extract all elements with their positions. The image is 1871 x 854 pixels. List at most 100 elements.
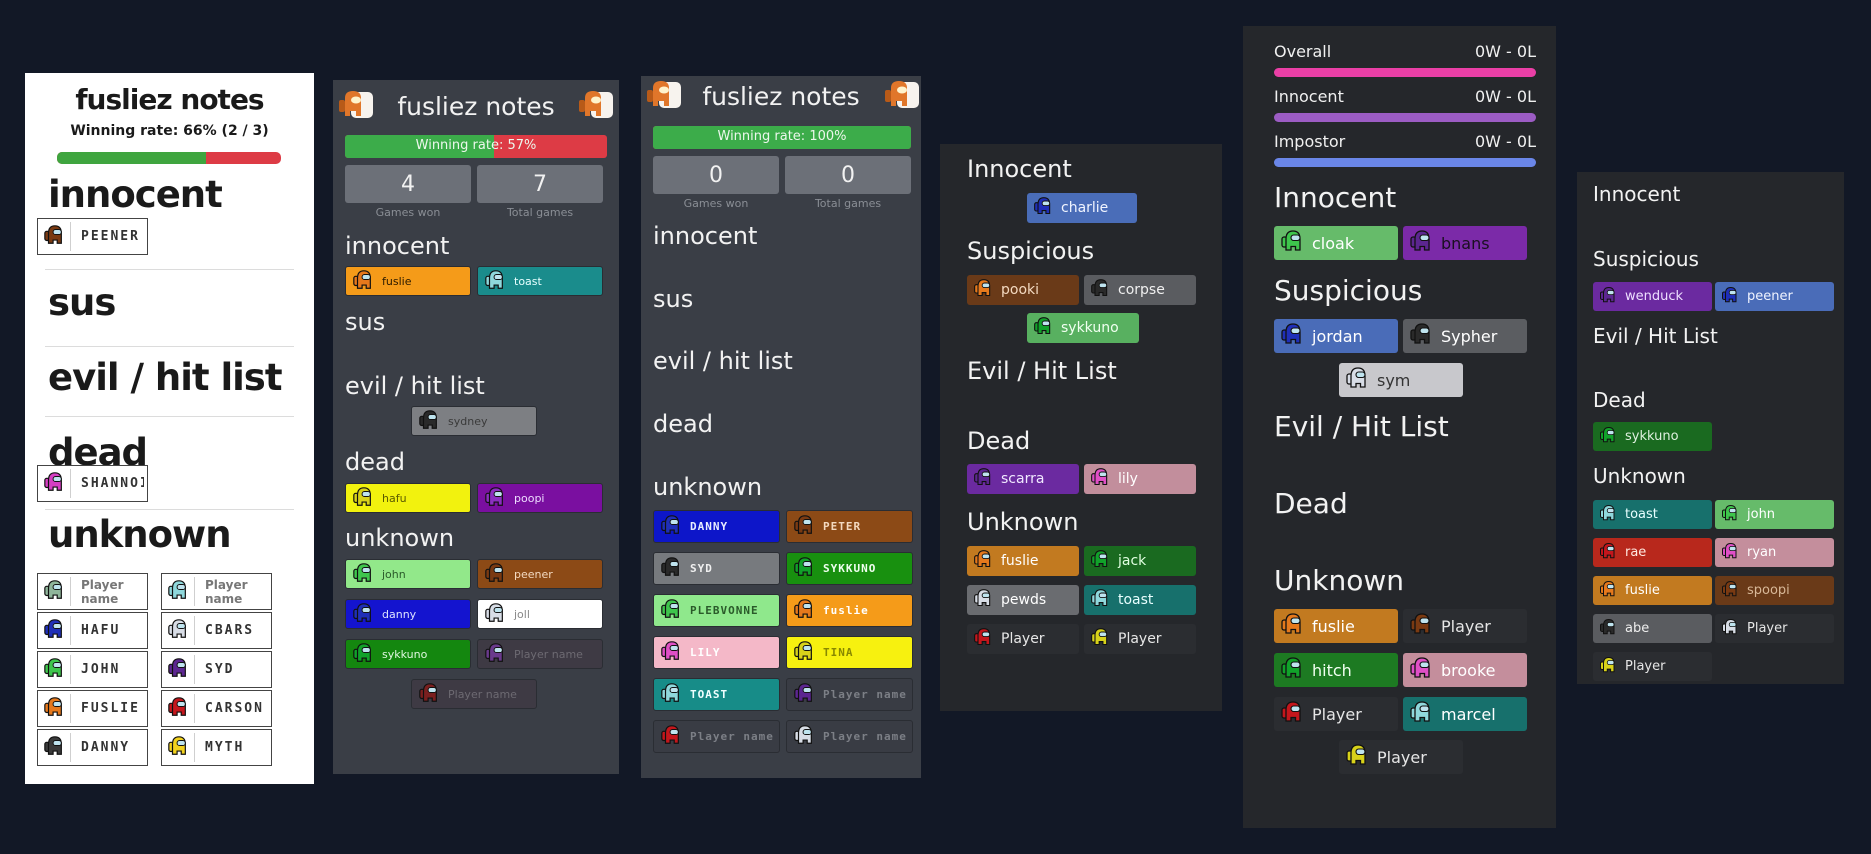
- player-name[interactable]: CBARS: [194, 616, 268, 645]
- player-chip[interactable]: hafu: [345, 483, 471, 513]
- player-name[interactable]: SHANNOI: [70, 469, 144, 498]
- player-chip[interactable]: john: [1715, 500, 1834, 529]
- player-chip[interactable]: fuslie: [1593, 576, 1712, 605]
- crewmate-icon: [43, 696, 65, 722]
- player-name[interactable]: PEENER: [70, 222, 144, 251]
- player-chip[interactable]: marcel: [1403, 697, 1527, 731]
- player-chip[interactable]: jack: [1084, 546, 1196, 576]
- player-chip[interactable]: Player: [967, 624, 1079, 654]
- player-chip[interactable]: scarra: [967, 464, 1079, 494]
- player-chip[interactable]: PEENER: [37, 218, 148, 255]
- player-chip[interactable]: CARSON: [161, 690, 272, 727]
- player-chip[interactable]: JOHN: [37, 651, 148, 688]
- player-chip[interactable]: pooki: [967, 275, 1079, 305]
- player-chip[interactable]: SYD: [161, 651, 272, 688]
- player-chip[interactable]: Player: [1593, 652, 1712, 681]
- player-chip[interactable]: Player: [1339, 740, 1463, 774]
- player-chip[interactable]: fuslie: [345, 266, 471, 296]
- player-chip[interactable]: toast: [1084, 585, 1196, 615]
- player-chip[interactable]: Player name: [653, 720, 780, 753]
- player-chip[interactable]: HAFU: [37, 612, 148, 649]
- player-chip[interactable]: SHANNOI: [37, 465, 148, 502]
- player-chip[interactable]: jordan: [1274, 319, 1398, 353]
- player-chip[interactable]: sykkuno: [1593, 422, 1712, 451]
- impostor-stat-value: 0W - 0L: [1474, 132, 1536, 151]
- player-chip[interactable]: Player name: [786, 678, 913, 711]
- player-chip[interactable]: bnans: [1403, 226, 1527, 260]
- section-innocent: innocent: [653, 222, 758, 250]
- player-chip[interactable]: TOAST: [653, 678, 780, 711]
- player-chip[interactable]: Player: [1084, 624, 1196, 654]
- player-chip[interactable]: Player: [1715, 614, 1834, 643]
- player-chip[interactable]: PETER: [786, 510, 913, 543]
- crewmate-icon: [973, 549, 993, 573]
- player-chip[interactable]: sykkuno: [1027, 313, 1139, 343]
- player-name-input[interactable]: Player name: [70, 577, 144, 606]
- player-chip[interactable]: CBARS: [161, 612, 272, 649]
- total-games-value: 7: [477, 165, 603, 203]
- overall-stat-label: Overall: [1274, 42, 1332, 61]
- player-chip[interactable]: wenduck: [1593, 282, 1712, 311]
- player-chip[interactable]: Sypher: [1403, 319, 1527, 353]
- player-chip[interactable]: ryan: [1715, 538, 1834, 567]
- player-chip[interactable]: SYD: [653, 552, 780, 585]
- player-chip[interactable]: Player name: [786, 720, 913, 753]
- player-chip[interactable]: fuslie: [967, 546, 1079, 576]
- games-won-value: 0: [653, 156, 779, 194]
- player-name: SYKKUNO: [823, 562, 877, 575]
- section-innocent: Innocent: [1593, 182, 1681, 206]
- player-chip[interactable]: Player name: [161, 573, 272, 610]
- player-name[interactable]: FUSLIE: [70, 694, 144, 723]
- player-chip[interactable]: brooke: [1403, 653, 1527, 687]
- player-chip[interactable]: Player name: [411, 679, 537, 709]
- player-name[interactable]: JOHN: [70, 655, 144, 684]
- player-chip[interactable]: abe: [1593, 614, 1712, 643]
- player-name[interactable]: HAFU: [70, 616, 144, 645]
- player-chip[interactable]: cloak: [1274, 226, 1398, 260]
- player-chip[interactable]: Player name: [477, 639, 603, 669]
- player-chip[interactable]: joll: [477, 599, 603, 629]
- player-name[interactable]: MYTH: [194, 733, 268, 762]
- player-chip[interactable]: sydney: [411, 406, 537, 436]
- innocent-stat-value: 0W - 0L: [1474, 87, 1536, 106]
- player-chip[interactable]: Player name: [37, 573, 148, 610]
- player-chip[interactable]: DANNY: [653, 510, 780, 543]
- player-name[interactable]: CARSON: [194, 694, 268, 723]
- player-chip[interactable]: Player: [1403, 609, 1527, 643]
- player-chip[interactable]: PLEBVONNE: [653, 594, 780, 627]
- player-chip[interactable]: DANNY: [37, 729, 148, 766]
- player-chip[interactable]: danny: [345, 599, 471, 629]
- player-chip[interactable]: pewds: [967, 585, 1079, 615]
- player-chip[interactable]: peener: [477, 559, 603, 589]
- player-chip[interactable]: fuslie: [786, 594, 913, 627]
- player-chip[interactable]: LILY: [653, 636, 780, 669]
- player-chip[interactable]: toast: [477, 266, 603, 296]
- player-name[interactable]: SYD: [194, 655, 268, 684]
- player-chip[interactable]: poopi: [477, 483, 603, 513]
- player-name-input[interactable]: Player name: [194, 577, 268, 606]
- player-name: sykkuno: [1061, 320, 1119, 336]
- player-name[interactable]: DANNY: [70, 733, 144, 762]
- player-chip[interactable]: fuslie: [1274, 609, 1398, 643]
- player-name: cloak: [1312, 233, 1355, 253]
- player-chip[interactable]: sym: [1339, 363, 1463, 397]
- player-chip[interactable]: SYKKUNO: [786, 552, 913, 585]
- crewmate-icon: [484, 486, 506, 511]
- player-chip[interactable]: spoopi: [1715, 576, 1834, 605]
- player-chip[interactable]: john: [345, 559, 471, 589]
- crewmate-icon: [1280, 612, 1304, 640]
- player-chip[interactable]: hitch: [1274, 653, 1398, 687]
- player-chip[interactable]: corpse: [1084, 275, 1196, 305]
- player-chip[interactable]: lily: [1084, 464, 1196, 494]
- player-chip[interactable]: Player: [1274, 697, 1398, 731]
- crewmate-icon: [973, 588, 993, 612]
- player-chip[interactable]: TINA: [786, 636, 913, 669]
- player-chip[interactable]: FUSLIE: [37, 690, 148, 727]
- crewmate-icon: [1280, 229, 1304, 257]
- player-chip[interactable]: peener: [1715, 282, 1834, 311]
- player-chip[interactable]: rae: [1593, 538, 1712, 567]
- player-chip[interactable]: charlie: [1027, 193, 1137, 223]
- player-chip[interactable]: sykkuno: [345, 639, 471, 669]
- player-chip[interactable]: toast: [1593, 500, 1712, 529]
- player-chip[interactable]: MYTH: [161, 729, 272, 766]
